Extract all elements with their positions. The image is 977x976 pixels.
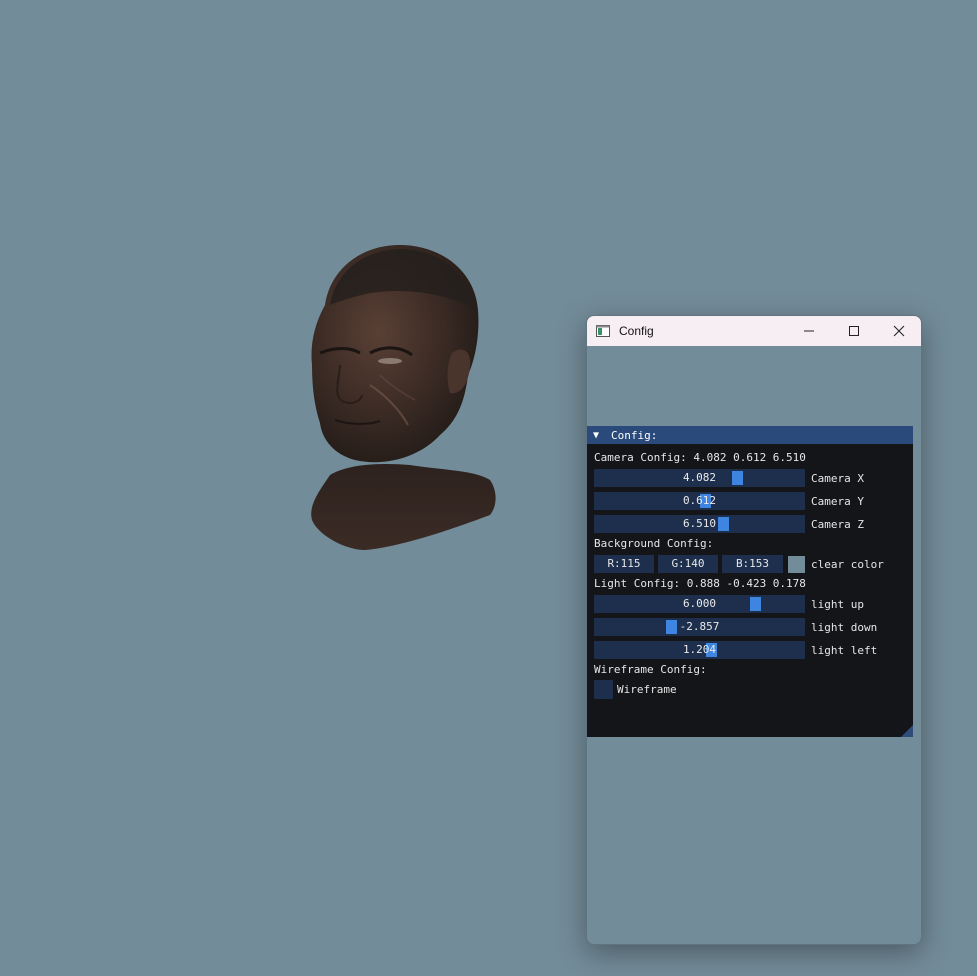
light-left-label: light left (811, 644, 878, 657)
app-icon (595, 323, 611, 339)
light-down-value: -2.857 (679, 620, 720, 633)
light-up-label: light up (811, 598, 864, 611)
camera-config-heading: Camera Config: 4.082 0.612 6.510 (594, 451, 806, 464)
collapse-triangle-icon[interactable]: ▼ (593, 430, 605, 441)
camera-y-slider[interactable]: 0.612 (594, 492, 805, 510)
rendered-head-model (290, 235, 520, 565)
camera-y-label: Camera Y (811, 495, 864, 508)
wireframe-config-heading: Wireframe Config: (594, 663, 707, 676)
wireframe-checkbox-label: Wireframe (617, 683, 677, 696)
green-channel-field[interactable]: G:140 (658, 555, 718, 573)
camera-z-label: Camera Z (811, 518, 864, 531)
config-collapsing-header[interactable]: ▼ Config: (587, 426, 913, 444)
panel-header-label: Config: (611, 428, 658, 442)
camera-y-value: 0.612 (682, 494, 717, 507)
maximize-icon (849, 326, 859, 336)
camera-z-slider[interactable]: 6.510 (594, 515, 805, 533)
close-icon (893, 325, 905, 337)
red-channel-field[interactable]: R:115 (594, 555, 654, 573)
panel-resize-grip[interactable] (901, 725, 913, 737)
light-up-slider[interactable]: 6.000 (594, 595, 805, 613)
minimize-icon (804, 330, 814, 332)
light-left-slider[interactable]: 1.204 (594, 641, 805, 659)
window-titlebar[interactable]: Config (587, 316, 921, 346)
camera-x-value: 4.082 (682, 471, 717, 484)
background-config-heading: Background Config: (594, 537, 714, 550)
maximize-button[interactable] (831, 316, 877, 346)
wireframe-checkbox[interactable] (594, 680, 613, 699)
blue-channel-field[interactable]: B:153 (722, 555, 783, 573)
minimize-button[interactable] (786, 316, 832, 346)
config-panel: ▼ Config: Camera Config: 4.082 0.612 6.5… (587, 426, 913, 737)
light-left-value: 1.204 (682, 643, 717, 656)
light-up-value: 6.000 (682, 597, 717, 610)
camera-z-value: 6.510 (682, 517, 717, 530)
camera-x-slider[interactable]: 4.082 (594, 469, 805, 487)
light-down-slider[interactable]: -2.857 (594, 618, 805, 636)
close-button[interactable] (876, 316, 921, 346)
camera-x-label: Camera X (811, 472, 864, 485)
light-down-label: light down (811, 621, 878, 634)
clear-color-label: clear color (811, 558, 884, 571)
window-title: Config (619, 324, 654, 338)
config-window: Config ▼ Config: Camera Config: 4.082 0.… (586, 315, 922, 945)
clear-color-swatch[interactable] (788, 556, 805, 573)
light-config-heading: Light Config: 0.888 -0.423 0.178 (594, 577, 806, 590)
